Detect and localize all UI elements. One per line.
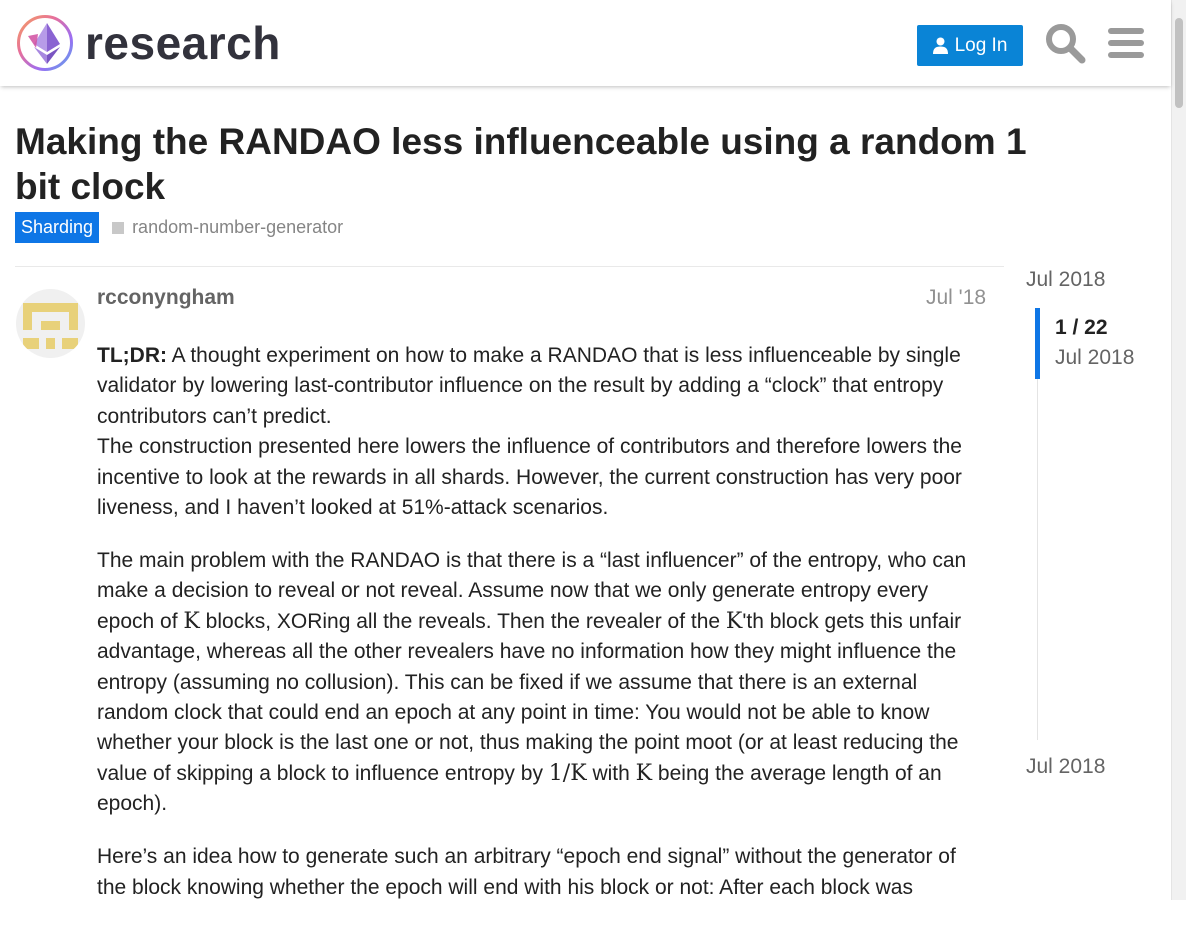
- math-one-over-k: 1/K: [548, 760, 587, 786]
- site-name: research: [85, 17, 281, 69]
- tag-square-icon: [112, 221, 125, 234]
- identicon-icon: [16, 289, 85, 358]
- post-paragraph-idea: Here’s an idea how to generate such an a…: [97, 845, 956, 899]
- post-author-username[interactable]: rcconyngham: [97, 286, 235, 310]
- post-paragraph-tldr: TL;DR: A thought experiment on how to ma…: [97, 341, 990, 523]
- timeline-end-date[interactable]: Jul 2018: [1026, 755, 1105, 779]
- tag-random-number-generator[interactable]: random-number-generator: [112, 217, 343, 238]
- topic-category-tags: Sharding random-number-generator: [15, 212, 343, 243]
- scrollbar-thumb[interactable]: [1175, 18, 1183, 108]
- topic-timeline: Jul 2018 1 / 22 Jul 2018 Jul 2018: [1026, 268, 1171, 788]
- category-badge-sharding[interactable]: Sharding: [15, 212, 100, 243]
- text-segment: with: [586, 761, 636, 785]
- tldr-text: A thought experiment on how to make a RA…: [97, 344, 961, 428]
- post-body: TL;DR: A thought experiment on how to ma…: [97, 341, 990, 926]
- avatar[interactable]: [16, 289, 85, 358]
- logo-icon: [17, 15, 73, 71]
- math-k: K: [635, 760, 653, 786]
- tldr-label: TL;DR:: [97, 344, 167, 367]
- search-icon[interactable]: [1044, 22, 1086, 64]
- post-divider: [15, 266, 1004, 267]
- text-segment: 'th block gets this unfair advantage, wh…: [97, 609, 962, 785]
- topic-title[interactable]: Making the RANDAO less influenceable usi…: [15, 119, 1045, 209]
- math-k: K: [183, 608, 200, 634]
- post-paragraph-main-problem: The main problem with the RANDAO is that…: [97, 546, 990, 820]
- timeline-position: 1 / 22: [1055, 316, 1108, 339]
- login-button[interactable]: Log In: [917, 25, 1023, 66]
- site-logo[interactable]: research: [16, 14, 281, 72]
- math-k: K: [725, 608, 743, 634]
- login-label: Log In: [954, 34, 1008, 56]
- timeline-position-date: Jul 2018: [1055, 346, 1135, 369]
- post-paragraph-construction: The construction presented here lowers t…: [97, 435, 962, 520]
- text-segment: blocks, XORing all the reveals. Then the…: [199, 609, 726, 633]
- tag-label: random-number-generator: [132, 217, 344, 237]
- timeline-start-date[interactable]: Jul 2018: [1026, 268, 1105, 292]
- timeline-scroller-handle[interactable]: [1035, 308, 1040, 379]
- site-header: research Log In: [0, 0, 1171, 86]
- user-icon: [932, 37, 948, 54]
- page-scrollbar[interactable]: [1171, 0, 1186, 900]
- hamburger-menu-icon[interactable]: [1105, 22, 1147, 64]
- post-date[interactable]: Jul '18: [926, 286, 986, 310]
